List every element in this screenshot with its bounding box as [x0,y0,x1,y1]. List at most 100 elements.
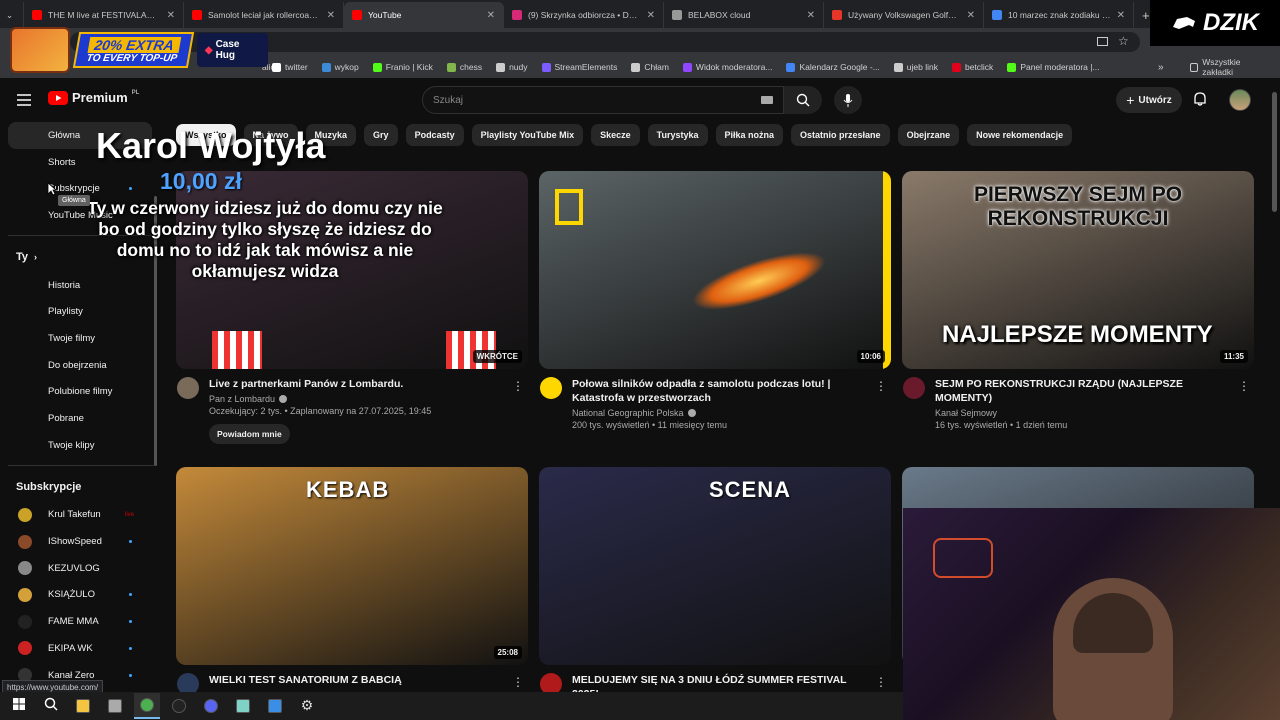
video-thumbnail[interactable]: 10:06 [539,171,891,369]
hamburger-menu-icon[interactable] [14,90,34,110]
close-tab-icon[interactable]: ✕ [807,10,815,21]
bookmark-item[interactable]: Kalendarz Google -... [786,62,880,72]
bookmarks-more-button[interactable]: » [1158,62,1164,73]
sidebar-item-video[interactable]: Twoje filmy [0,325,160,352]
sidebar-subscription[interactable]: EKIPA WK [0,635,160,662]
tab-search-button[interactable]: ⌄ [0,2,24,28]
close-tab-icon[interactable]: ✕ [967,10,975,21]
bookmark-item[interactable]: StreamElements [541,62,617,72]
create-button[interactable]: + Utwórz [1116,87,1182,113]
star-icon[interactable]: ☆ [1118,34,1129,48]
browser-tab[interactable]: THE M live at FESTIVALAND 2 |... ✕ [24,2,184,28]
notify-button[interactable]: Powiadom mnie [209,424,290,444]
sidebar-subscription[interactable]: FAME MMA [0,608,160,635]
taskbar-button[interactable] [102,693,128,719]
close-tab-icon[interactable]: ✕ [647,10,655,21]
user-avatar[interactable] [1229,89,1251,111]
video-thumbnail[interactable]: PIERWSZY SEJM PO REKONSTRUKCJI NAJLEPSZE … [902,171,1254,369]
filter-chip[interactable]: Piłka nożna [715,124,784,146]
more-options-icon[interactable]: ⋮ [875,675,887,689]
more-options-icon[interactable]: ⋮ [875,379,887,393]
keyboard-icon[interactable] [761,96,773,104]
notes-icon [236,699,250,713]
search-button[interactable] [784,86,822,114]
bookmark-item[interactable]: Franio | Kick [372,62,433,72]
video-title[interactable]: Live z partnerkami Panów z Lombardu. [209,377,509,391]
channel-name[interactable]: National Geographic Polska [572,408,684,418]
bookmark-item[interactable]: chess [446,62,482,72]
voice-search-button[interactable] [834,86,862,114]
channel-avatar[interactable] [177,377,199,399]
filter-chip[interactable]: Obejrzane [897,124,960,146]
bookmark-item[interactable]: wykop [321,62,359,72]
taskbar-button[interactable] [70,693,96,719]
filter-chip[interactable]: Gry [364,124,398,146]
more-options-icon[interactable]: ⋮ [512,675,524,689]
sidebar-subscription[interactable]: Krul Takefun live [0,502,160,529]
taskbar-button[interactable] [134,693,160,719]
video-thumbnail[interactable]: KEBAB 25:08 [176,467,528,665]
filter-chip[interactable]: Podcasty [405,124,464,146]
sidebar-item-playlist[interactable]: Playlisty [0,298,160,325]
ad-overlay[interactable]: 20% EXTRA TO EVERY TOP-UP ◆ Case Hug [10,26,268,74]
taskbar-button[interactable] [198,693,224,719]
video-card[interactable]: 10:06 Połowa silników odpadła z samolotu … [539,171,891,430]
video-card[interactable]: SCENA MELDUJEMY SIĘ NA 3 DNIU ŁÓDŹ SUMMER… [539,467,891,701]
bookmark-item[interactable]: ujeb link [893,62,938,72]
video-card[interactable]: PIERWSZY SEJM PO REKONSTRUKCJI NAJLEPSZE … [902,171,1254,430]
all-bookmarks[interactable]: Wszystkie zakładki [1190,57,1266,77]
filter-chip[interactable]: Ostatnio przesłane [791,124,890,146]
bookmark-icon [372,62,382,72]
taskbar-button[interactable] [230,693,256,719]
taskbar-button[interactable] [262,693,288,719]
close-tab-icon[interactable]: ✕ [487,10,495,21]
channel-name[interactable]: Kanał Sejmowy [935,408,997,418]
channel-avatar[interactable] [540,377,562,399]
sidebar-subscription[interactable]: KEZUVLOG [0,555,160,582]
bookmark-item[interactable]: nudy [496,62,528,72]
sidebar-item-download[interactable]: Pobrane [0,405,160,432]
bookmark-item[interactable]: betclick [951,62,993,72]
search-input[interactable]: Szukaj [422,86,784,114]
more-options-icon[interactable]: ⋮ [1238,379,1250,393]
video-title[interactable]: WIELKI TEST SANATORIUM Z BABCIĄ [209,673,509,687]
bookmark-item[interactable]: Chłam [631,62,669,72]
close-tab-icon[interactable]: ✕ [167,10,175,21]
browser-tab[interactable]: BELABOX cloud ✕ [664,2,824,28]
video-title[interactable]: SEJM PO REKONSTRUKCJI RZĄDU (NAJLEPSZE M… [935,377,1235,405]
bookmark-item[interactable]: twitter [272,62,308,72]
video-card[interactable]: KEBAB 25:08 WIELKI TEST SANATORIUM Z BABCI… [176,467,528,695]
video-meta: SEJM PO REKONSTRUKCJI RZĄDU (NAJLEPSZE M… [902,377,1254,430]
taskbar-button[interactable] [166,693,192,719]
video-title[interactable]: Połowa silników odpadła z samolotu podcz… [572,377,872,405]
sidebar-item-clock[interactable]: Do obejrzenia [0,352,160,379]
close-tab-icon[interactable]: ✕ [1117,10,1125,21]
browser-tab[interactable]: Używany Volkswagen Golf 202... ✕ [824,2,984,28]
filter-chip[interactable]: Skecze [591,124,640,146]
yt-premium-logo[interactable]: Premium PL [48,90,139,105]
taskbar-button[interactable] [38,693,64,719]
sidebar-subscription[interactable]: KSIĄŻULO [0,582,160,609]
page-scrollbar[interactable] [1272,92,1277,212]
sidebar-item-like[interactable]: Polubione filmy [0,379,160,406]
bell-icon[interactable] [1192,91,1208,107]
more-options-icon[interactable]: ⋮ [512,379,524,393]
channel-name[interactable]: Pan z Lombardu [209,394,275,404]
sidebar-item-scissors[interactable]: Twoje klipy [0,432,160,459]
channel-avatar[interactable] [903,377,925,399]
close-tab-icon[interactable]: ✕ [327,10,335,21]
filter-chip[interactable]: Nowe rekomendacje [967,124,1073,146]
taskbar-button[interactable]: ⚙ [294,693,320,719]
browser-tab[interactable]: 10 marzec znak zodiaku - Szuk... ✕ [984,2,1134,28]
taskbar-button[interactable] [6,693,32,719]
bookmark-item[interactable]: Widok moderatora... [682,62,772,72]
bookmark-item[interactable]: Panel moderatora |... [1007,62,1100,72]
filter-chip[interactable]: Playlisty YouTube Mix [471,124,584,146]
video-thumbnail[interactable]: SCENA [539,467,891,665]
browser-tab[interactable]: YouTube ✕ [344,2,504,28]
browser-tab[interactable]: Samolot leciał jak rollercoaster... ✕ [184,2,344,28]
browser-tab[interactable]: (9) Skrzynka odbiorcza • Direct ✕ [504,2,664,28]
sidebar-subscription[interactable]: IShowSpeed [0,528,160,555]
cast-icon[interactable] [1097,37,1108,47]
filter-chip[interactable]: Turystyka [647,124,708,146]
